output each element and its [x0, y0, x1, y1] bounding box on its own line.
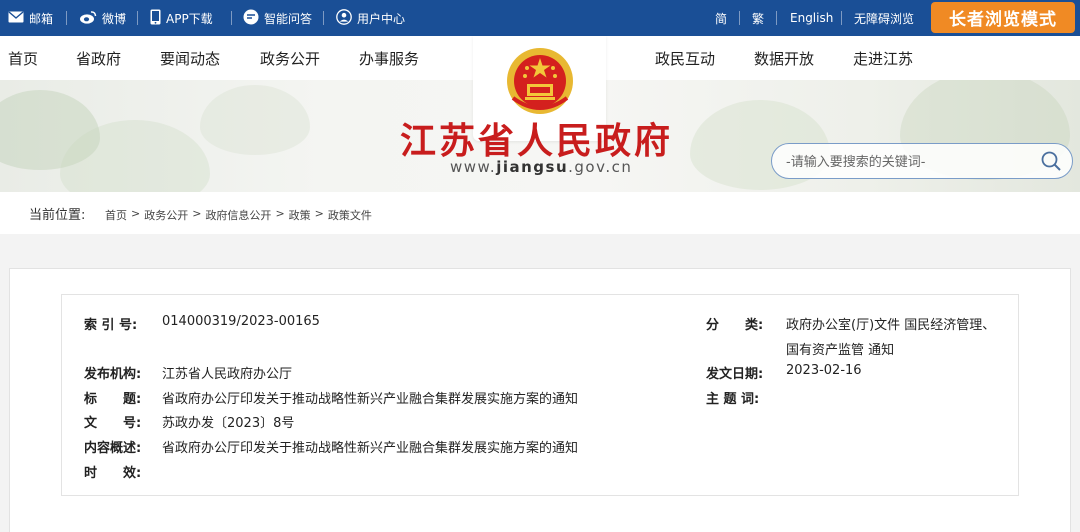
- category-value-line2: 国有资产监管 通知: [786, 343, 895, 358]
- phone-icon: [150, 9, 161, 28]
- mail-icon: [8, 10, 24, 26]
- index-label: 索 引 号:: [84, 318, 138, 333]
- lang-traditional[interactable]: 繁: [752, 0, 764, 36]
- mail-label: 邮箱: [29, 11, 54, 26]
- weibo-icon: [79, 10, 97, 27]
- breadcrumb-item[interactable]: 政策文件: [328, 207, 372, 223]
- divider: [66, 11, 67, 25]
- divider: [739, 11, 740, 25]
- divider: [137, 11, 138, 25]
- nav-services[interactable]: 办事服务: [359, 36, 419, 80]
- mail-link[interactable]: 邮箱: [8, 0, 53, 36]
- breadcrumb-separator: >: [192, 207, 202, 220]
- chat-icon: [243, 9, 259, 28]
- app-download-label: APP下载: [166, 11, 213, 26]
- user-icon: [336, 8, 352, 28]
- search-box: [771, 143, 1073, 179]
- summary-label: 内容概述:: [84, 441, 142, 456]
- nav-news[interactable]: 要闻动态: [160, 36, 220, 80]
- divider: [323, 11, 324, 25]
- breadcrumb-item[interactable]: 政务公开: [144, 207, 188, 223]
- issue-date-value: 2023-02-16: [786, 363, 862, 378]
- doc-number-value: 苏政办发〔2023〕8号: [162, 416, 295, 431]
- lang-simplified[interactable]: 简: [715, 0, 727, 36]
- breadcrumb-label: 当前位置:: [29, 208, 86, 223]
- smart-qa-label: 智能问答: [264, 11, 313, 26]
- app-download-link[interactable]: APP下载: [150, 0, 213, 36]
- nav-open-data[interactable]: 数据开放: [754, 36, 814, 80]
- smart-qa-link[interactable]: 智能问答: [243, 0, 312, 36]
- breadcrumb-separator: >: [275, 207, 285, 220]
- top-utility-bar: 邮箱 微博 APP下载 智能问答 用户中心 简 繁 English 无障碍浏览 …: [0, 0, 1080, 36]
- lang-english[interactable]: English: [790, 0, 833, 36]
- national-emblem-icon: [507, 48, 573, 114]
- index-value: 014000319/2023-00165: [162, 314, 320, 329]
- search-input[interactable]: [786, 152, 1036, 172]
- site-domain: www.jiangsu.gov.cn: [450, 158, 632, 176]
- weibo-link[interactable]: 微博: [79, 0, 126, 36]
- issuer-value: 江苏省人民政府办公厅: [162, 367, 293, 382]
- user-center-label: 用户中心: [357, 11, 406, 26]
- title-value: 省政府办公厅印发关于推动战略性新兴产业融合集群发展实施方案的通知: [162, 392, 579, 407]
- validity-label: 时 效:: [84, 466, 142, 481]
- breadcrumb-separator: >: [131, 207, 141, 220]
- accessible-browse-link[interactable]: 无障碍浏览: [854, 0, 914, 36]
- breadcrumb-item[interactable]: 政府信息公开: [205, 207, 271, 223]
- divider: [841, 11, 842, 25]
- nav-gov-affairs[interactable]: 政务公开: [260, 36, 320, 80]
- category-label: 分 类:: [706, 318, 764, 333]
- domain-main: jiangsu: [496, 158, 569, 176]
- nav-home[interactable]: 首页: [8, 36, 38, 80]
- breadcrumb-item[interactable]: 政策: [289, 207, 311, 223]
- issue-date-label: 发文日期:: [706, 367, 764, 382]
- domain-prefix: www.: [450, 158, 497, 176]
- divider: [776, 11, 777, 25]
- breadcrumb-item[interactable]: 首页: [105, 207, 127, 223]
- nav-about-jiangsu[interactable]: 走进江苏: [853, 36, 913, 80]
- user-center-link[interactable]: 用户中心: [336, 0, 405, 36]
- nav-provincial-gov[interactable]: 省政府: [76, 36, 121, 80]
- site-title: 江苏省人民政府: [400, 120, 674, 162]
- title-label: 标 题:: [84, 392, 142, 407]
- divider: [231, 11, 232, 25]
- breadcrumb: 当前位置: 首页 > 政务公开 > 政府信息公开 > 政策 > 政策文件: [0, 192, 1080, 234]
- weibo-label: 微博: [102, 11, 127, 26]
- elder-mode-button[interactable]: 长者浏览模式: [931, 2, 1075, 33]
- banner-decoration: [200, 85, 310, 155]
- doc-number-label: 文 号:: [84, 416, 142, 431]
- breadcrumb-separator: >: [314, 207, 324, 220]
- subject-label: 主 题 词:: [706, 392, 760, 407]
- search-icon[interactable]: [1040, 150, 1062, 176]
- nav-interaction[interactable]: 政民互动: [655, 36, 715, 80]
- category-value-line1: 政府办公室(厅)文件 国民经济管理、: [786, 318, 996, 333]
- summary-value: 省政府办公厅印发关于推动战略性新兴产业融合集群发展实施方案的通知: [162, 441, 579, 456]
- domain-suffix: .gov.cn: [568, 158, 633, 176]
- issuer-label: 发布机构:: [84, 367, 142, 382]
- breadcrumb-trail: 首页 > 政务公开 > 政府信息公开 > 政策 > 政策文件: [105, 207, 372, 223]
